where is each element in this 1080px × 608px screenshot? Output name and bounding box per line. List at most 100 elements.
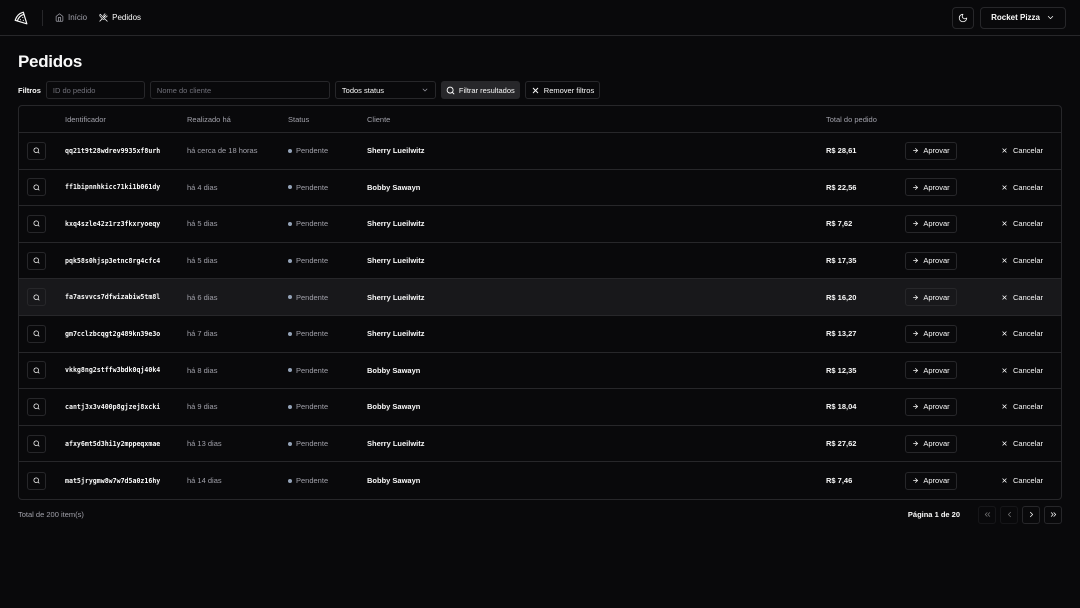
details-cell	[19, 141, 65, 160]
order-details-button[interactable]	[27, 251, 46, 270]
order-details-button[interactable]	[27, 434, 46, 453]
close-icon	[532, 87, 538, 93]
approve-cell: Aprovar	[905, 361, 985, 380]
search-icon	[446, 86, 455, 94]
order-details-button[interactable]	[27, 214, 46, 233]
chevron-right-icon	[1029, 512, 1033, 518]
next-page-button[interactable]	[1022, 505, 1040, 524]
utensils-icon	[99, 13, 108, 22]
cancel-label: Cancelar	[1012, 292, 1043, 302]
nav-link-orders[interactable]: Pedidos	[99, 13, 141, 22]
main-content: Pedidos Filtros Todos status Filtrar res…	[0, 36, 1080, 524]
cancel-cell: Cancelar	[985, 476, 1061, 485]
approve-order-button[interactable]: Aprovar	[905, 214, 957, 233]
details-cell	[19, 178, 65, 197]
first-page-button[interactable]	[978, 505, 996, 524]
order-details-button[interactable]	[27, 397, 46, 416]
status-select[interactable]: Todos status	[334, 81, 436, 99]
table-row: afxy6mt5d3hi1y2mppeqxmae há 13 dias Penden…	[19, 426, 1061, 463]
order-total-cell: R$ 7,46	[826, 476, 853, 486]
last-page-button[interactable]	[1044, 505, 1062, 524]
store-menu-button[interactable]: Rocket Pizza	[980, 6, 1066, 29]
approve-cell: Aprovar	[905, 178, 985, 197]
previous-page-button[interactable]	[1000, 505, 1018, 524]
cancel-order-button[interactable]: Cancelar	[1001, 183, 1043, 192]
order-client-cell: Bobby Sawayn	[367, 182, 421, 192]
approve-label: Aprovar	[923, 182, 950, 192]
order-details-button[interactable]	[27, 361, 46, 380]
customer-name-input[interactable]	[149, 81, 330, 99]
approve-order-button[interactable]: Aprovar	[905, 141, 957, 160]
approve-cell: Aprovar	[905, 324, 985, 343]
cancel-order-button[interactable]: Cancelar	[1001, 256, 1043, 265]
cancel-order-button[interactable]: Cancelar	[1001, 366, 1043, 375]
approve-order-button[interactable]: Aprovar	[905, 434, 957, 453]
order-date-cell: há 5 dias	[187, 256, 218, 266]
table-header-row: Identificador Realizado há Status Client…	[19, 106, 1061, 133]
approve-order-button[interactable]: Aprovar	[905, 324, 957, 343]
pizza-logo-icon[interactable]	[14, 11, 28, 25]
filters-bar: Filtros Todos status Filtrar resultados …	[18, 81, 1062, 99]
cancel-order-button[interactable]: Cancelar	[1001, 476, 1043, 485]
order-client-cell: Bobby Sawayn	[367, 402, 421, 412]
order-details-button[interactable]	[27, 288, 46, 307]
cancel-label: Cancelar	[1012, 219, 1043, 229]
cancel-order-button[interactable]: Cancelar	[1001, 219, 1043, 228]
close-icon	[1002, 258, 1007, 263]
remove-filters-button[interactable]: Remover filtros	[524, 81, 601, 99]
approve-cell: Aprovar	[905, 397, 985, 416]
cancel-label: Cancelar	[1012, 182, 1043, 192]
approve-order-button[interactable]: Aprovar	[905, 397, 957, 416]
search-icon	[33, 403, 40, 410]
order-total-cell: R$ 27,62	[826, 439, 857, 449]
cancel-order-button[interactable]: Cancelar	[1001, 402, 1043, 411]
order-details-button[interactable]	[27, 178, 46, 197]
arrow-right-icon	[913, 331, 919, 337]
cancel-order-button[interactable]: Cancelar	[1001, 439, 1043, 448]
details-cell	[19, 361, 65, 380]
nav-link-home[interactable]: Início	[55, 13, 87, 22]
order-date-cell: há cerca de 18 horas	[187, 146, 258, 156]
approve-order-button[interactable]: Aprovar	[905, 251, 957, 270]
column-header-status: Status	[288, 114, 310, 124]
cancel-cell: Cancelar	[985, 183, 1061, 192]
order-id-cell: fa7asvvcs7dfwizabiw5tm8l	[65, 293, 161, 302]
status-dot-icon	[288, 148, 292, 153]
cancel-order-button[interactable]: Cancelar	[1001, 146, 1043, 155]
cancel-label: Cancelar	[1012, 402, 1043, 412]
approve-order-button[interactable]: Aprovar	[905, 288, 957, 307]
table-row: fa7asvvcs7dfwizabiw5tm8l há 6 dias Pendent…	[19, 279, 1061, 316]
approve-label: Aprovar	[923, 256, 950, 266]
close-icon	[1002, 441, 1007, 446]
approve-order-button[interactable]: Aprovar	[905, 178, 957, 197]
cancel-label: Cancelar	[1012, 439, 1043, 449]
order-details-button[interactable]	[27, 324, 46, 343]
approve-order-button[interactable]: Aprovar	[905, 471, 957, 490]
approve-cell: Aprovar	[905, 251, 985, 270]
chevron-down-icon	[1047, 16, 1054, 19]
close-icon	[1002, 148, 1007, 153]
approve-order-button[interactable]: Aprovar	[905, 361, 957, 380]
apply-filters-button[interactable]: Filtrar resultados	[440, 81, 520, 99]
cancel-order-button[interactable]: Cancelar	[1001, 329, 1043, 338]
status-dot-icon	[288, 185, 292, 190]
status-dot-icon	[288, 331, 292, 336]
arrow-right-icon	[913, 367, 919, 373]
order-id-input[interactable]	[45, 81, 145, 99]
approve-label: Aprovar	[923, 476, 950, 486]
order-status-cell: Pendente	[288, 219, 367, 228]
search-icon	[33, 440, 40, 447]
cancel-cell: Cancelar	[985, 256, 1061, 265]
theme-toggle-button[interactable]	[952, 6, 975, 29]
close-icon	[1002, 404, 1007, 410]
arrow-right-icon	[913, 184, 919, 190]
column-header-client: Cliente	[367, 114, 391, 124]
cancel-label: Cancelar	[1012, 365, 1043, 375]
cancel-order-button[interactable]: Cancelar	[1001, 293, 1043, 302]
order-total-cell: R$ 16,20	[826, 292, 857, 302]
order-details-button[interactable]	[27, 141, 46, 160]
order-details-button[interactable]	[27, 471, 46, 490]
column-header-id: Identificador	[65, 114, 106, 124]
order-status-text: Pendente	[296, 329, 329, 339]
column-header-total: Total do pedido	[826, 114, 877, 124]
